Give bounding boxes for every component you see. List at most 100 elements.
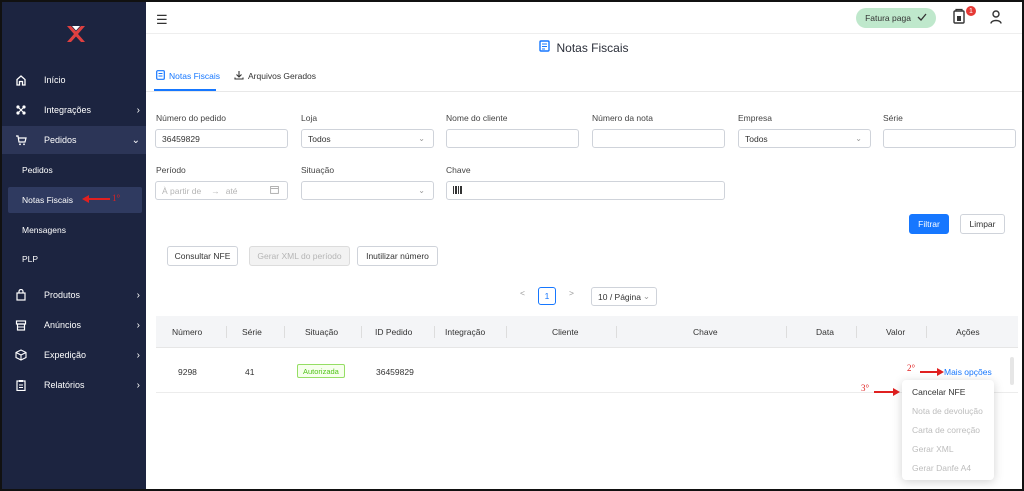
page-1-button[interactable]: 1 [538, 287, 556, 305]
sidebar-item-relatorios[interactable]: Relatórios › [2, 371, 146, 399]
menu-item-generate-xml[interactable]: Gerar XML [912, 444, 954, 454]
more-options-link[interactable]: Mais opções [944, 367, 992, 377]
column-header-serie: Série [242, 327, 262, 337]
page-title: Notas Fiscais [146, 40, 1022, 55]
sidebar-item-pedidos[interactable]: Pedidos ⌄ [2, 126, 146, 154]
menu-item-generate-danfe[interactable]: Gerar Danfe A4 [912, 463, 971, 473]
consult-nfe-button[interactable]: Consultar NFE [167, 246, 238, 266]
page-size-select[interactable]: 10 / Página ⌄ [591, 287, 657, 306]
sidebar-item-label: Integrações [44, 105, 92, 115]
table-header: Número Série Situação ID Pedido Integraç… [156, 316, 1018, 348]
page-size-value: 10 / Página [598, 291, 642, 302]
menu-item-return-note[interactable]: Nota de devolução [912, 406, 983, 416]
column-header-numero: Número [172, 327, 203, 337]
sidebar-item-label: Anúncios [44, 320, 82, 330]
column-divider [856, 326, 857, 338]
cart-icon [14, 133, 28, 147]
column-divider [616, 326, 617, 338]
period-label: Período [156, 165, 186, 175]
menu-icon[interactable]: ☰ [156, 12, 168, 28]
column-divider [361, 326, 362, 338]
period-range-picker[interactable]: À partir de → até [155, 181, 288, 200]
paid-status-label: Fatura paga [865, 13, 911, 23]
chevron-right-icon: › [136, 379, 140, 391]
order-number-input[interactable]: 36459829 [155, 129, 288, 148]
annotation-step-3: 3° [861, 383, 870, 393]
scrollbar-thumb[interactable] [1010, 357, 1014, 385]
sidebar-item-anuncios[interactable]: Anúncios › [2, 311, 146, 339]
series-input[interactable] [883, 129, 1016, 148]
sidebar-subitem-mensagens[interactable]: Mensagens [2, 217, 146, 243]
column-divider [786, 326, 787, 338]
column-header-valor: Valor [886, 327, 906, 337]
bag-icon [14, 288, 28, 302]
prev-page-icon[interactable]: < [520, 288, 525, 298]
generate-xml-period-label: Gerar XML do período [257, 251, 342, 261]
column-divider [434, 326, 435, 338]
sidebar-subitem-notas-fiscais[interactable]: Notas Fiscais [8, 187, 142, 213]
status-badge: Autorizada [297, 364, 345, 378]
generate-xml-period-button[interactable]: Gerar XML do período [249, 246, 350, 266]
period-to-placeholder: até [225, 185, 238, 196]
paid-status-badge[interactable]: Fatura paga [856, 8, 936, 28]
sidebar-subitem-label: PLP [22, 254, 39, 264]
store-value: Todos [308, 133, 331, 144]
user-icon[interactable] [990, 10, 1002, 26]
app-logo[interactable] [64, 24, 88, 44]
sidebar-subitem-label: Notas Fiscais [22, 195, 74, 205]
clear-button[interactable]: Limpar [960, 214, 1005, 234]
sidebar-item-produtos[interactable]: Produtos › [2, 281, 146, 309]
sidebar-item-integracoes[interactable]: Integrações › [2, 96, 146, 124]
column-divider [506, 326, 507, 338]
filter-button[interactable]: Filtrar [909, 214, 949, 234]
sidebar-item-label: Pedidos [44, 135, 77, 145]
company-select[interactable]: Todos ⌄ [738, 129, 871, 148]
menu-item-correction-letter[interactable]: Carta de correção [912, 425, 980, 435]
sidebar-item-label: Expedição [44, 350, 87, 360]
order-number-value: 36459829 [162, 133, 200, 144]
sidebar-subitem-pedidos[interactable]: Pedidos [2, 157, 146, 183]
column-divider [926, 326, 927, 338]
sidebar-item-expedicao[interactable]: Expedição › [2, 341, 146, 369]
status-label: Situação [301, 165, 335, 175]
tab-notas-fiscais[interactable]: Notas Fiscais [156, 70, 220, 82]
disable-number-button[interactable]: Inutilizar número [357, 246, 438, 266]
column-header-acoes: Ações [956, 327, 980, 337]
sidebar-item-inicio[interactable]: Início [2, 66, 146, 94]
key-label: Chave [446, 165, 471, 175]
menu-item-cancel-nfe[interactable]: Cancelar NFE [912, 387, 965, 397]
home-icon [14, 73, 28, 87]
customer-name-input[interactable] [446, 129, 579, 148]
next-page-icon[interactable]: > [569, 288, 574, 298]
store-label: Loja [301, 113, 318, 123]
invoice-number-input[interactable] [592, 129, 725, 148]
annotation-arrow-1 [82, 195, 110, 203]
tab-label: Arquivos Gerados [248, 71, 317, 81]
chevron-right-icon: › [136, 319, 140, 331]
column-header-data: Data [816, 327, 834, 337]
sidebar-subitem-plp[interactable]: PLP [2, 246, 146, 272]
check-icon [917, 13, 927, 23]
calendar-icon [270, 185, 279, 196]
table-row[interactable]: 9298 41 Autorizada 36459829 Mais opções [156, 349, 1018, 393]
invoice-icon [539, 40, 551, 55]
store-select[interactable]: Todos ⌄ [301, 129, 434, 148]
table-scrollbar[interactable] [1008, 349, 1016, 393]
box-icon [14, 348, 28, 362]
consult-nfe-label: Consultar NFE [174, 251, 231, 261]
cell-serie: 41 [245, 367, 255, 377]
chevron-down-icon: ⌄ [418, 134, 425, 143]
clear-button-label: Limpar [969, 219, 996, 229]
key-input[interactable] [446, 181, 725, 200]
annotation-arrow-3 [874, 388, 900, 396]
tab-label: Notas Fiscais [169, 71, 221, 81]
column-header-cliente: Cliente [552, 327, 579, 337]
integrations-icon [14, 103, 28, 117]
column-divider [284, 326, 285, 338]
column-header-id-pedido: ID Pedido [375, 327, 413, 337]
barcode-icon [453, 185, 463, 196]
status-select[interactable]: ⌄ [301, 181, 434, 200]
tab-arquivos-gerados[interactable]: Arquivos Gerados [234, 70, 316, 82]
chevron-right-icon: › [136, 104, 140, 116]
arrow-right-icon: → [211, 185, 220, 196]
